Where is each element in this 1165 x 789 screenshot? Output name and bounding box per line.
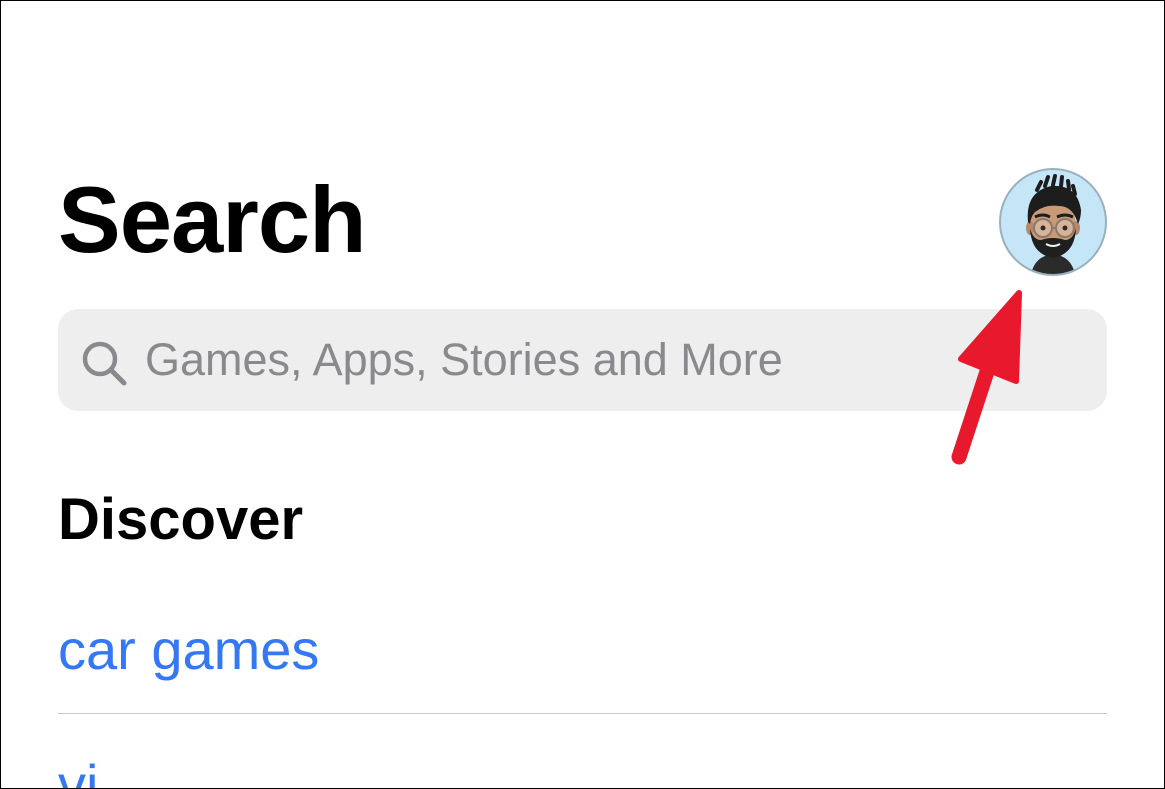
search-field[interactable] <box>58 309 1107 411</box>
discover-heading: Discover <box>58 487 304 552</box>
account-avatar-button[interactable] <box>999 168 1107 276</box>
page-title: Search <box>58 167 367 272</box>
memoji-avatar-icon <box>1026 174 1081 274</box>
search-input[interactable] <box>145 309 1085 411</box>
app-store-search-screen: Search Games, Apps, Stories and More Dis… <box>0 0 1165 789</box>
discover-item-vi[interactable]: vi <box>58 757 98 789</box>
discover-item-car-games[interactable]: car games <box>58 622 319 678</box>
search-icon <box>82 341 127 386</box>
list-divider <box>58 713 1107 714</box>
